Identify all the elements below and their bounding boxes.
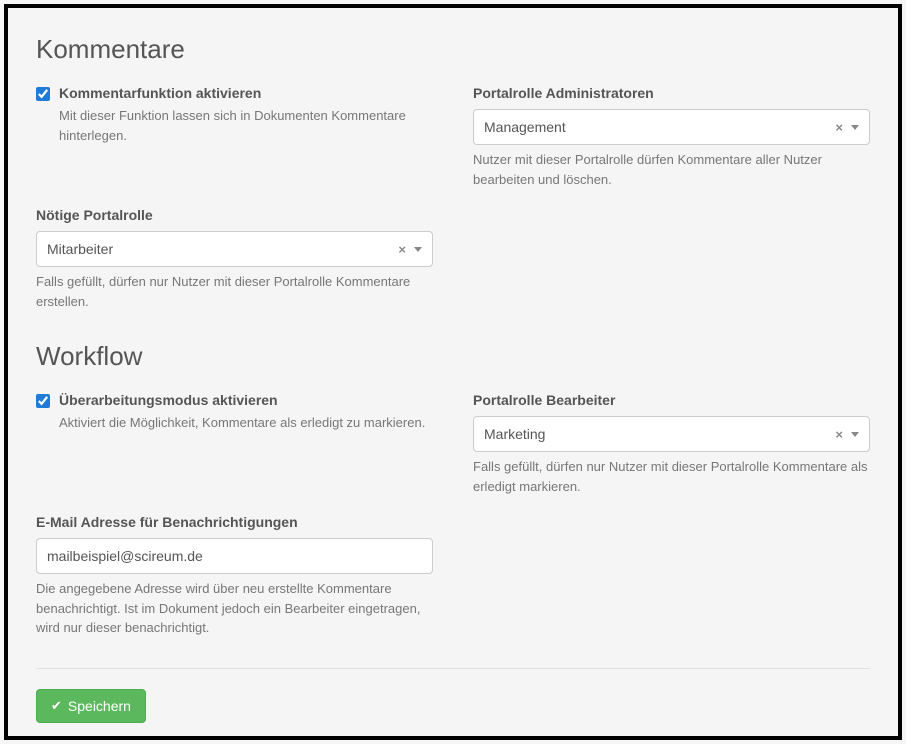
save-button-label: Speichern xyxy=(68,698,131,714)
editor-role-help: Falls gefüllt, dürfen nur Nutzer mit die… xyxy=(473,457,870,496)
editor-role-label: Portalrolle Bearbeiter xyxy=(473,392,870,408)
required-role-help: Falls gefüllt, dürfen nur Nutzer mit die… xyxy=(36,272,433,311)
chevron-down-icon xyxy=(414,247,422,252)
clear-icon[interactable]: × xyxy=(835,120,843,135)
admin-role-select[interactable]: Management × xyxy=(473,109,870,145)
editor-role-value: Marketing xyxy=(484,426,835,442)
required-role-value: Mitarbeiter xyxy=(47,241,398,257)
enable-revision-label: Überarbeitungsmodus aktivieren xyxy=(59,392,433,408)
comments-heading: Kommentare xyxy=(36,34,870,65)
enable-comments-checkbox[interactable] xyxy=(36,87,50,101)
email-help: Die angegebene Adresse wird über neu ers… xyxy=(36,579,433,638)
enable-revision-help: Aktiviert die Möglichkeit, Kommentare al… xyxy=(59,413,433,433)
check-icon: ✔ xyxy=(51,698,62,714)
editor-role-select[interactable]: Marketing × xyxy=(473,416,870,452)
email-label: E-Mail Adresse für Benachrichtigungen xyxy=(36,514,433,530)
chevron-down-icon xyxy=(851,432,859,437)
required-role-select[interactable]: Mitarbeiter × xyxy=(36,231,433,267)
admin-role-help: Nutzer mit dieser Portalrolle dürfen Kom… xyxy=(473,150,870,189)
enable-comments-label: Kommentarfunktion aktivieren xyxy=(59,85,433,101)
workflow-heading: Workflow xyxy=(36,341,870,372)
chevron-down-icon xyxy=(851,125,859,130)
email-input[interactable] xyxy=(36,538,433,574)
admin-role-label: Portalrolle Administratoren xyxy=(473,85,870,101)
clear-icon[interactable]: × xyxy=(398,242,406,257)
enable-comments-help: Mit dieser Funktion lassen sich in Dokum… xyxy=(59,106,433,145)
save-button[interactable]: ✔ Speichern xyxy=(36,689,146,723)
enable-revision-checkbox[interactable] xyxy=(36,394,50,408)
required-role-label: Nötige Portalrolle xyxy=(36,207,433,223)
divider xyxy=(36,668,870,669)
clear-icon[interactable]: × xyxy=(835,427,843,442)
admin-role-value: Management xyxy=(484,119,835,135)
